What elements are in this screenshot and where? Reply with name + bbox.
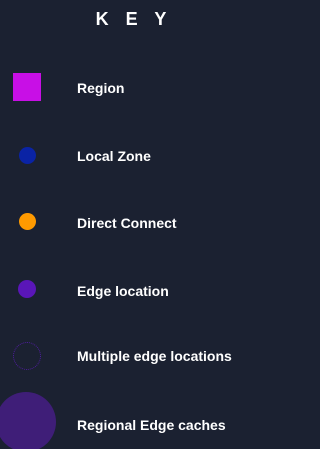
legend-label-direct-connect: Direct Connect [77, 215, 177, 231]
legend-item-direct-connect: Direct Connect [0, 202, 262, 242]
legend-label-edge-location: Edge location [77, 283, 169, 299]
legend-item-multiple-edge-locations: Multiple edge locations [0, 336, 262, 376]
key-title: K E Y [95, 9, 173, 29]
local-zone-circle-icon [19, 147, 36, 164]
legend-label-multiple-edge-locations: Multiple edge locations [77, 348, 232, 364]
legend-item-regional-edge-caches: Regional Edge caches [0, 392, 262, 449]
multiple-edge-dotted-circle-icon [13, 342, 41, 370]
legend-item-local-zone: Local Zone [0, 136, 262, 176]
legend-label-local-zone: Local Zone [77, 148, 151, 164]
region-square-icon [13, 73, 41, 101]
edge-location-circle-icon [18, 280, 36, 298]
direct-connect-circle-icon [19, 213, 36, 230]
legend-item-edge-location: Edge location [0, 270, 262, 310]
legend-key-panel: K E Y Region Local Zone Direct Connect E… [0, 0, 262, 449]
legend-item-region: Region [0, 68, 262, 108]
regional-edge-cache-circle-icon [0, 392, 56, 449]
legend-label-region: Region [77, 80, 125, 96]
legend-label-regional-edge-caches: Regional Edge caches [77, 417, 226, 433]
